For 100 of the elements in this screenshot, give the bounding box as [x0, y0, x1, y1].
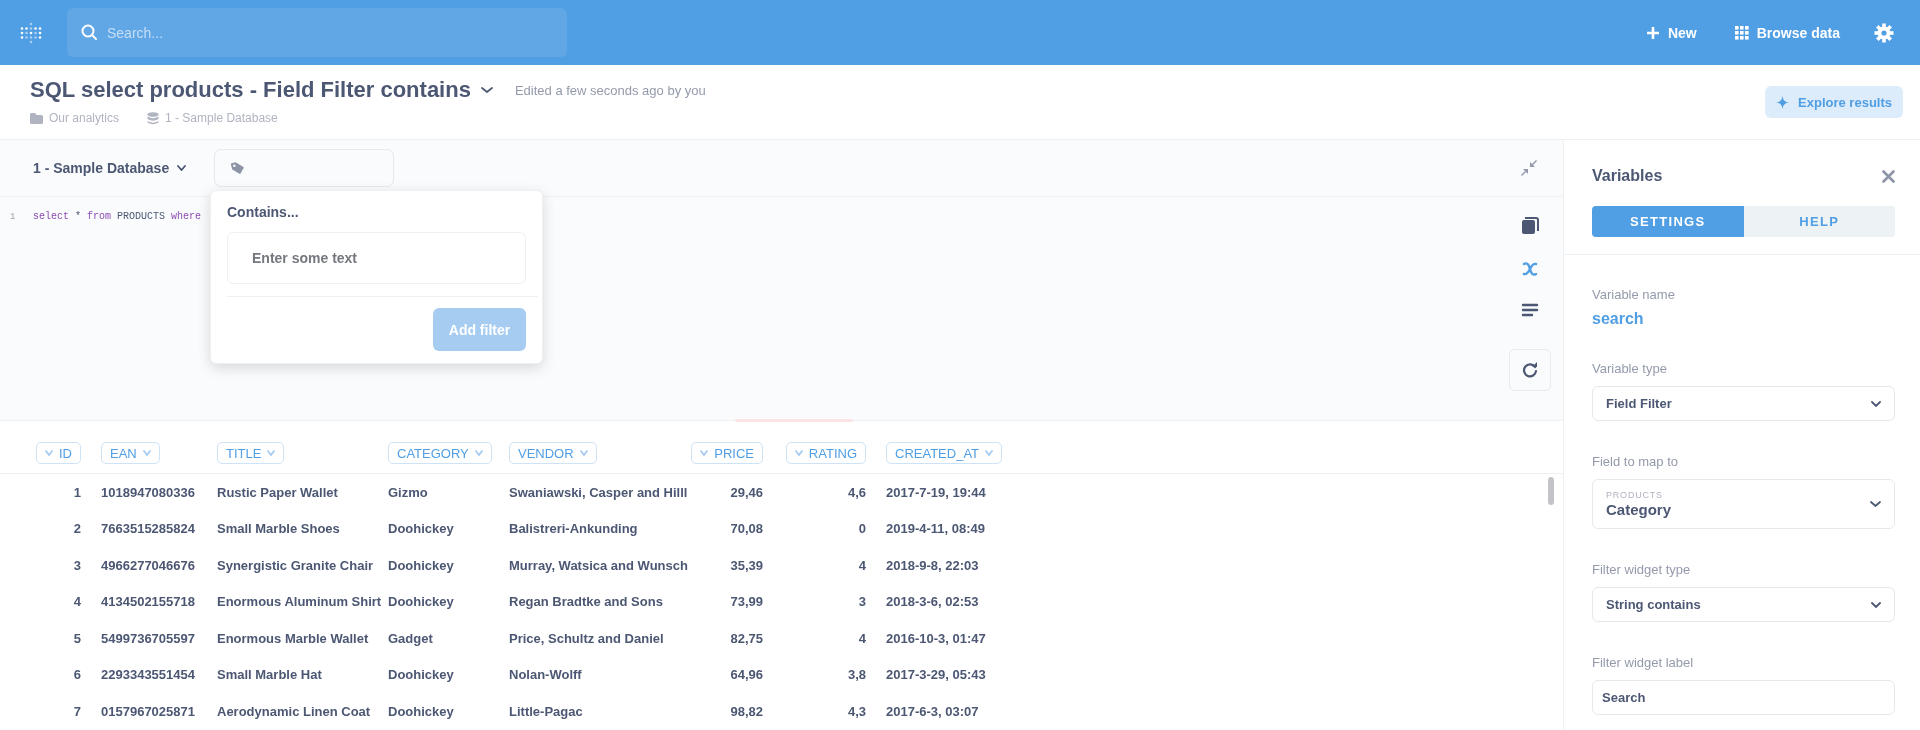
select-field[interactable]: PRODUCTS Category — [1592, 479, 1895, 529]
refresh-button[interactable] — [1509, 349, 1551, 391]
logo-icon — [20, 21, 42, 44]
table-cell: Rustic Paper Wallet — [217, 484, 338, 500]
chevron-down-icon — [267, 450, 276, 456]
chevron-down-icon — [474, 450, 483, 456]
table-cell: Regan Bradtke and Sons — [509, 594, 663, 610]
text-lines-icon — [1521, 303, 1539, 317]
column-header[interactable]: PRICE — [691, 442, 763, 464]
tag-icon — [229, 159, 246, 177]
chevron-down-icon — [177, 165, 187, 171]
table-cell: 64,96 — [730, 667, 763, 683]
table-cell: Enormous Aluminum Shirt — [217, 594, 382, 610]
chevron-down-icon — [700, 450, 709, 456]
chevron-down-icon — [579, 450, 588, 456]
table-cell: 82,75 — [730, 630, 763, 646]
variable-field[interactable] — [214, 149, 395, 187]
table-cell: Gizmo — [388, 484, 428, 500]
column-header[interactable]: RATING — [785, 442, 866, 464]
table-cell: Small Marble Shoes — [217, 521, 340, 537]
column-header[interactable]: ID — [36, 442, 81, 464]
question-title: SQL select products - Field Filter contains — [30, 77, 471, 103]
table-cell: Doohickey — [388, 703, 454, 719]
database-picker[interactable]: 1 - Sample Database — [33, 160, 187, 176]
field-label: Filter widget type — [1592, 562, 1692, 577]
table-cell: Nolan-Wolff — [509, 667, 582, 683]
explore-results-button[interactable]: Explore results — [1765, 86, 1903, 118]
table-cell: Swaniawski, Casper and Hilll — [509, 484, 688, 500]
table-cell: Enormous Marble Wallet — [217, 630, 369, 646]
column-header[interactable]: CATEGORY — [388, 442, 492, 464]
variable-icon — [1521, 261, 1539, 277]
table-cell: 5499736705597 — [101, 630, 195, 646]
sparkle-icon — [1776, 95, 1790, 109]
field-label: Variable name — [1592, 287, 1676, 302]
table-cell: 98,82 — [730, 703, 763, 719]
table-cell: 0 — [858, 521, 866, 537]
table-cell: 73,99 — [730, 594, 763, 610]
table-cell: 2017-6-3, 03:07 — [886, 703, 979, 719]
table-cell: 2019-4-11, 08:49 — [886, 521, 986, 537]
select-value: Category — [1606, 501, 1672, 518]
tab[interactable]: SETTINGS — [1592, 206, 1744, 237]
browse-data-button[interactable]: Browse data — [1730, 20, 1844, 45]
table-cell: Price, Schultz and Daniel — [509, 630, 664, 646]
grid-icon — [1734, 25, 1749, 40]
popover-title: Contains... — [227, 204, 300, 220]
edited-note: Edited a few seconds ago by you — [514, 82, 706, 98]
table-cell: 70,08 — [730, 521, 763, 537]
table-cell: 3,8 — [847, 667, 866, 683]
table-cell: Synergistic Granite Chair — [217, 557, 374, 573]
select-value: String contains — [1606, 597, 1701, 612]
table-cell: Doohickey — [388, 557, 454, 573]
chevron-down-icon — [142, 450, 151, 456]
chevron-down-icon[interactable] — [480, 87, 493, 93]
table-cell: Aerodynamic Linen Coat — [217, 703, 371, 719]
table-cell: Little-Pagac — [509, 703, 583, 719]
chevron-down-icon — [985, 450, 994, 456]
table-cell: 2016-10-3, 01:47 — [886, 630, 986, 646]
table-cell: 7663515285824 — [101, 521, 195, 537]
database-icon — [147, 111, 160, 125]
table-cell: 4,6 — [847, 484, 866, 500]
table-cell: Doohickey — [388, 667, 454, 683]
close-button[interactable] — [1882, 169, 1895, 183]
field-label: Variable type — [1592, 361, 1668, 376]
new-button[interactable]: New — [1641, 20, 1701, 45]
column-header[interactable]: TITLE — [217, 442, 285, 464]
label-input[interactable]: Search — [1592, 680, 1895, 715]
column-header[interactable]: VENDOR — [509, 442, 597, 464]
table-cell: Balistreri-Ankunding — [509, 521, 638, 537]
table-cell: 4,3 — [847, 703, 866, 719]
table-cell: 0157967025871 — [101, 703, 195, 719]
column-header[interactable]: EAN — [101, 442, 160, 464]
table-cell: 2 — [73, 521, 81, 537]
select-field[interactable]: Field Filter — [1592, 386, 1895, 421]
table-cell: 3 — [858, 594, 866, 610]
database-link[interactable]: 1 - Sample Database — [165, 111, 278, 125]
table-cell: Doohickey — [388, 521, 454, 537]
table-cell: 2018-9-8, 22:03 — [886, 557, 979, 573]
table-cell: Murray, Watsica and Wunsch — [509, 557, 688, 573]
field-label: Field to map to — [1592, 454, 1679, 469]
collapse-icon — [1520, 159, 1538, 177]
table-name: PRODUCTS — [1606, 490, 1664, 500]
table-cell: 4134502155718 — [101, 594, 195, 610]
table-cell: Gadget — [388, 630, 433, 646]
line-number: 1 — [9, 211, 17, 224]
chevron-down-icon — [45, 450, 53, 456]
search-field[interactable]: Search... — [67, 8, 567, 57]
panel-title: Variables — [1592, 167, 1663, 185]
table-cell: 4 — [858, 557, 866, 573]
folder-icon — [30, 112, 43, 124]
table-cell: 4 — [858, 630, 866, 646]
table-cell: 2018-3-6, 02:53 — [886, 594, 979, 610]
chevron-down-icon — [1871, 400, 1881, 407]
select-field[interactable]: String contains — [1592, 587, 1895, 622]
table-cell: Doohickey — [388, 594, 454, 610]
column-header[interactable]: CREATED_AT — [886, 442, 1003, 464]
scrollbar[interactable] — [1548, 477, 1554, 505]
collection-link[interactable]: Our analytics — [49, 111, 120, 125]
text-input[interactable]: Enter some text — [227, 232, 526, 284]
table-cell: 2293343551454 — [101, 667, 195, 683]
table-cell: 1018947080336 — [101, 484, 195, 500]
